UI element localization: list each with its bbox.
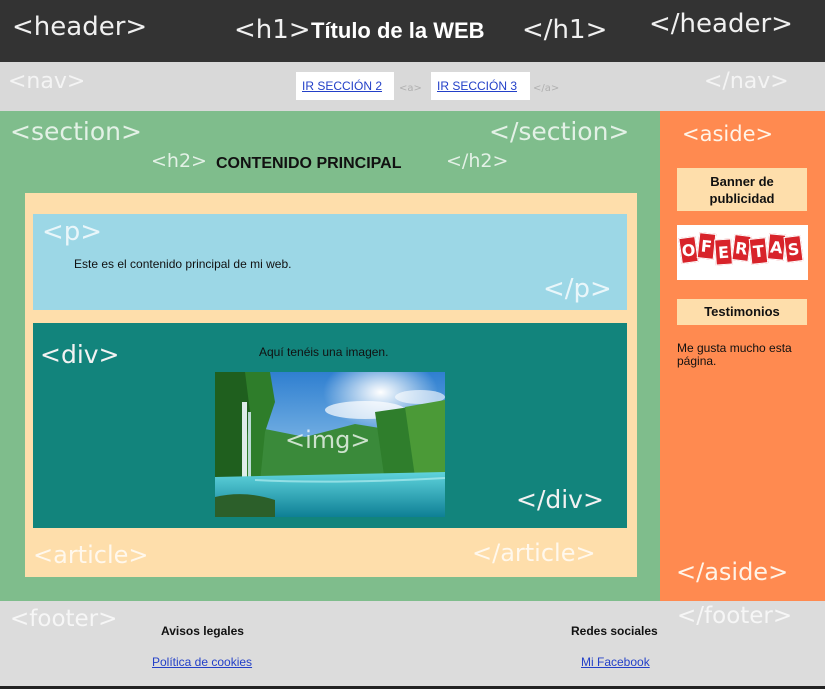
article-open-tag: <article>: [33, 541, 149, 569]
aside-open-tag: <aside>: [682, 122, 774, 146]
h1-close-tag: </h1>: [522, 15, 608, 45]
img-tag-label: <img>: [285, 426, 371, 454]
facebook-link[interactable]: Mi Facebook: [581, 655, 650, 669]
section-close-tag: </section>: [489, 117, 630, 146]
page-title: Título de la WEB: [311, 18, 485, 43]
div-text: Aquí tenéis una imagen.: [259, 345, 389, 359]
a-close-tag: </a>: [533, 83, 560, 94]
nav-link-seccion-2[interactable]: IR SECCIÓN 2: [296, 72, 394, 100]
testimonio-text: Me gusta mucho esta página.: [677, 341, 792, 368]
ofertas-letter-tag: E: [714, 238, 733, 266]
testimonios-box: Testimonios: [677, 299, 807, 325]
redes-label: Redes sociales: [571, 624, 658, 638]
nav-open-tag: <nav>: [8, 69, 86, 94]
h2-close-tag: </h2>: [446, 150, 509, 172]
ofertas-letter-tag: O: [678, 235, 699, 265]
a-open-tag: <a>: [399, 83, 422, 94]
footer-close-tag: </footer>: [677, 603, 793, 629]
header-close-tag: </header>: [649, 9, 793, 39]
ofertas-letter-tag: T: [748, 237, 769, 265]
section-heading: CONTENIDO PRINCIPAL: [216, 155, 402, 172]
aside-close-tag: </aside>: [676, 558, 789, 586]
header-open-tag: <header>: [12, 12, 148, 42]
cookies-link[interactable]: Política de cookies: [152, 655, 252, 669]
nav-link-seccion-3[interactable]: IR SECCIÓN 3: [431, 72, 530, 100]
article-close-tag: </article>: [472, 539, 596, 567]
paragraph-text: Este es el contenido principal de mi web…: [74, 257, 292, 271]
nav-close-tag: </nav>: [704, 69, 789, 94]
avisos-label: Avisos legales: [161, 624, 244, 638]
footer-open-tag: <footer>: [10, 606, 118, 632]
p-close-tag: </p>: [543, 274, 612, 304]
div-close-tag: </div>: [516, 485, 604, 514]
landscape-image: <img>: [215, 372, 445, 517]
p-open-tag: <p>: [42, 217, 103, 247]
h1-open-tag: <h1>: [234, 15, 311, 45]
banner-box: Banner de publicidad: [677, 168, 807, 211]
div-open-tag: <div>: [40, 340, 120, 369]
section-open-tag: <section>: [10, 117, 142, 146]
ofertas-banner[interactable]: OFERTAS: [677, 225, 808, 280]
ofertas-letter-tag: S: [783, 235, 804, 263]
h2-open-tag: <h2>: [151, 150, 207, 172]
ofertas-letter-tag: F: [696, 232, 716, 260]
